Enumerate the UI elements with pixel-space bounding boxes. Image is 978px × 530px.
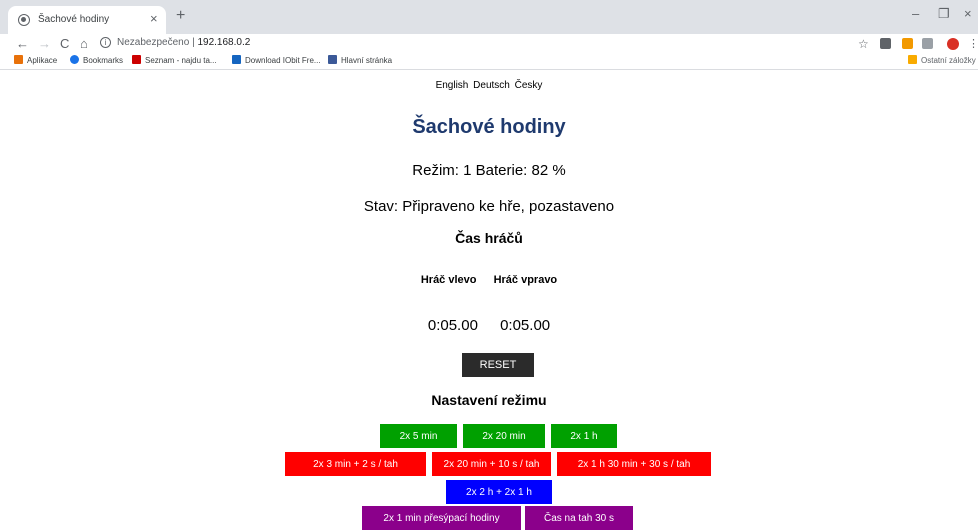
bookmark-iobit[interactable]: Download IObit Fre... <box>232 55 321 67</box>
mode-button-5min[interactable]: 2x 5 min <box>380 424 457 448</box>
bookmark-star-icon[interactable]: ☆ <box>858 36 869 52</box>
security-label: Nezabezpečeno <box>117 37 190 48</box>
reload-button[interactable]: C <box>60 36 69 52</box>
globe-icon <box>18 14 30 26</box>
player-labels: Hráč vlevo Hráč vpravo <box>0 274 978 286</box>
bookmark-bookmarks[interactable]: Bookmarks <box>70 55 123 67</box>
facebook-icon <box>328 55 337 64</box>
url-text: 192.168.0.2 <box>197 37 251 48</box>
maximize-button[interactable]: ❐ <box>938 6 950 22</box>
info-icon[interactable]: i <box>100 37 111 48</box>
mode-button-20min[interactable]: 2x 20 min <box>463 424 545 448</box>
forward-button[interactable]: → <box>38 36 51 52</box>
bookmark-seznam[interactable]: Seznam - najdu ta... <box>132 55 217 67</box>
iobit-icon <box>232 55 241 64</box>
star-icon <box>70 55 79 64</box>
other-bookmarks[interactable]: Ostatní záložky <box>908 55 976 67</box>
close-tab-icon[interactable]: × <box>150 12 158 26</box>
bookmarks-bar: Aplikace Bookmarks Seznam - najdu ta... … <box>0 54 978 70</box>
extension-camera-icon[interactable] <box>880 38 891 49</box>
browser-tab[interactable]: Šachové hodiny × <box>8 6 166 34</box>
lang-cesky[interactable]: Česky <box>515 80 543 91</box>
language-switcher: English Deutsch Česky <box>0 80 978 91</box>
mode-button-1h[interactable]: 2x 1 h <box>551 424 617 448</box>
extension-honey-icon[interactable] <box>902 38 913 49</box>
mode-settings-heading: Nastavení režimu <box>431 392 547 408</box>
seznam-icon <box>132 55 141 64</box>
extension-puzzle-icon[interactable] <box>922 38 933 49</box>
mode-button-3min-increment[interactable]: 2x 3 min + 2 s / tah <box>285 452 426 476</box>
page-title: Šachové hodiny <box>412 116 566 138</box>
tab-title: Šachové hodiny <box>38 14 110 25</box>
profile-avatar[interactable] <box>947 38 959 50</box>
player-right-label: Hráč vpravo <box>493 274 558 286</box>
reset-button[interactable]: RESET <box>462 353 534 377</box>
mode-button-hourglass[interactable]: 2x 1 min přesýpací hodiny <box>362 506 521 530</box>
lang-english[interactable]: English <box>436 80 469 91</box>
mode-battery-status: Režim: 1 Baterie: 82 % <box>412 162 566 179</box>
apps-grid-icon <box>14 55 23 64</box>
url-separator: | <box>192 37 195 48</box>
new-tab-button[interactable]: + <box>176 8 185 24</box>
close-window-button[interactable]: × <box>964 6 972 22</box>
mode-button-1h30-increment[interactable]: 2x 1 h 30 min + 30 s / tah <box>557 452 711 476</box>
address-bar[interactable]: Nezabezpečeno | 192.168.0.2 <box>117 37 250 48</box>
mode-button-2h-1h[interactable]: 2x 2 h + 2x 1 h <box>446 480 552 504</box>
folder-icon <box>908 55 917 64</box>
player-left-time: 0:05.00 <box>427 317 478 334</box>
players-heading: Čas hráčů <box>455 230 523 246</box>
page-content: English Deutsch Česky Šachové hodiny Rež… <box>0 70 978 530</box>
menu-icon[interactable]: ⋮ <box>968 36 978 52</box>
bookmark-facebook[interactable]: Hlavní stránka <box>328 55 392 67</box>
game-state: Stav: Připraveno ke hře, pozastaveno <box>363 198 615 215</box>
tab-strip: Šachové hodiny × + – ❐ × <box>0 0 978 34</box>
browser-toolbar: ← → C ⌂ i Nezabezpečeno | 192.168.0.2 ☆ … <box>0 34 978 54</box>
mode-button-move-30s[interactable]: Čas na tah 30 s <box>525 506 633 530</box>
mode-button-20min-increment[interactable]: 2x 20 min + 10 s / tah <box>432 452 551 476</box>
home-button[interactable]: ⌂ <box>80 36 88 52</box>
player-left-label: Hráč vlevo <box>420 274 477 286</box>
player-right-time: 0:05.00 <box>500 317 551 334</box>
back-button[interactable]: ← <box>16 36 29 52</box>
bookmark-apps[interactable]: Aplikace <box>14 55 57 67</box>
minimize-button[interactable]: – <box>912 6 919 22</box>
lang-deutsch[interactable]: Deutsch <box>473 80 510 91</box>
player-times: 0:05.00 0:05.00 <box>0 317 978 334</box>
